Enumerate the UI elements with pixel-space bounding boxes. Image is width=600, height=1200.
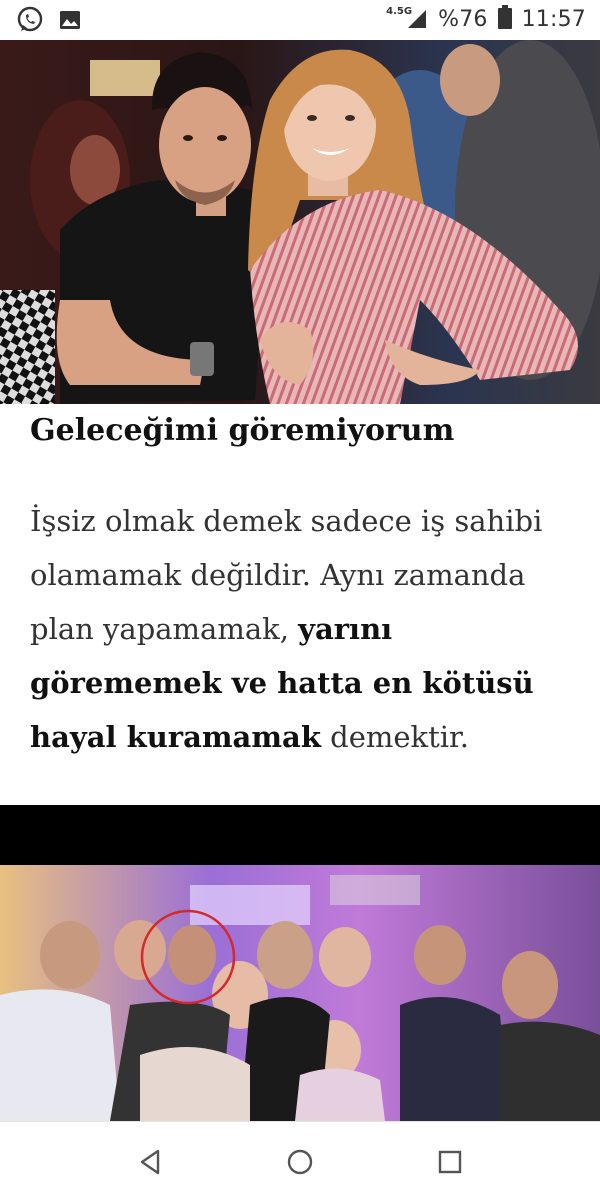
- article-heading: Geleceğimi göremiyorum: [30, 413, 455, 448]
- back-icon: [140, 1149, 160, 1175]
- battery-icon: [497, 5, 512, 33]
- clock: 11:57: [521, 6, 586, 32]
- paragraph-text: İşsiz olmak demek sadece iş sahibi olama…: [30, 504, 543, 646]
- article-photo-crowd: [0, 805, 600, 1121]
- battery-percent: %76: [438, 6, 488, 32]
- network-type-label: 4.5G: [386, 5, 413, 17]
- article-photo-couple: [0, 40, 600, 404]
- recents-icon: [438, 1150, 462, 1174]
- status-bar-system: 4.5G %76 11:57: [386, 5, 586, 33]
- article-paragraph: İşsiz olmak demek sadece iş sahibi olama…: [30, 494, 575, 764]
- status-bar: 4.5G %76 11:57: [0, 0, 600, 40]
- home-button[interactable]: [282, 1144, 318, 1180]
- image-icon: [58, 8, 82, 36]
- home-icon: [287, 1149, 313, 1175]
- system-navigation-bar: [0, 1121, 600, 1200]
- whatsapp-icon: [16, 6, 44, 38]
- recents-button[interactable]: [432, 1144, 468, 1180]
- status-bar-notifications: [16, 6, 82, 38]
- signal-indicator: 4.5G: [386, 5, 428, 30]
- back-button[interactable]: [132, 1144, 168, 1180]
- paragraph-text-end: demektir.: [320, 720, 469, 754]
